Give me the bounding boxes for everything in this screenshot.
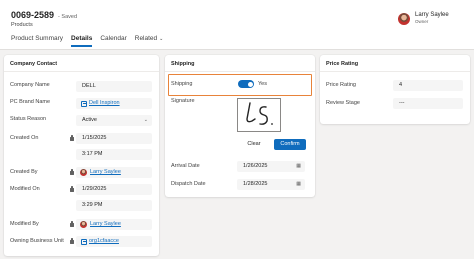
shipping-toggle[interactable]	[238, 80, 254, 88]
confirm-button[interactable]: Confirm	[274, 139, 306, 150]
tab-bar: Product Summary Details Calendar Related…	[11, 35, 163, 47]
divider	[320, 71, 470, 72]
tab-details[interactable]: Details	[71, 35, 93, 47]
review-stage-label: Review Stage	[326, 100, 360, 106]
shipping-label: Shipping	[171, 81, 193, 87]
pc-brand-name-link[interactable]: Dell Inspiron	[89, 98, 120, 109]
owner-info[interactable]: Larry Saylee Owner	[398, 12, 449, 25]
owner-name: Larry Saylee	[415, 12, 449, 18]
record-link-icon	[81, 100, 87, 107]
arrival-date-value: 1/26/2025	[243, 163, 268, 169]
company-name-label: Company Name	[10, 82, 50, 88]
owning-business-unit-label: Owning Business Unit	[10, 238, 64, 244]
user-avatar	[80, 221, 87, 228]
modified-by-label: Modified By	[10, 221, 39, 227]
card-title: Price Rating	[326, 61, 359, 67]
modified-on-date-field: 1/29/2025	[76, 184, 152, 195]
dispatch-date-label: Dispatch Date	[171, 181, 206, 187]
owning-business-unit-field: org1cfaacce	[76, 236, 152, 247]
chevron-down-icon: ⌄	[143, 117, 148, 123]
chevron-down-icon: ⌄	[159, 36, 164, 42]
modified-on-time-field: 3:29 PM	[76, 200, 152, 211]
price-rating-field[interactable]: 4	[393, 80, 463, 91]
pc-brand-name-field[interactable]: Dell Inspiron	[76, 98, 152, 109]
title-row: 0069-2589 - Saved	[11, 10, 77, 20]
lock-icon	[70, 237, 74, 244]
card-title: Shipping	[171, 61, 195, 67]
modified-by-field: Larry Saylee	[76, 219, 152, 230]
divider	[4, 71, 159, 72]
lock-icon	[70, 185, 74, 192]
calendar-icon[interactable]: ▦	[296, 161, 301, 172]
signature-label: Signature	[171, 98, 195, 104]
created-by-label: Created By	[10, 169, 38, 175]
tab-related[interactable]: Related ⌄	[135, 35, 164, 47]
created-by-link[interactable]: Larry Saylee	[90, 167, 121, 178]
owner-text: Larry Saylee Owner	[415, 12, 449, 25]
status-reason-select[interactable]: Active ⌄	[76, 115, 152, 126]
owner-role: Owner	[415, 19, 429, 24]
signature-stroke	[246, 102, 273, 125]
card-title: Company Contact	[10, 61, 58, 67]
tab-product-summary[interactable]: Product Summary	[11, 35, 63, 47]
modified-on-label: Modified On	[10, 186, 40, 192]
modified-by-link[interactable]: Larry Saylee	[90, 219, 121, 230]
owning-business-unit-link[interactable]: org1cfaacce	[89, 236, 119, 247]
company-name-field[interactable]: DELL	[76, 81, 152, 92]
status-reason-label: Status Reason	[10, 116, 47, 122]
dispatch-date-field[interactable]: 1/28/2025 ▦	[237, 179, 305, 190]
signature-pad[interactable]	[237, 98, 281, 132]
owner-avatar	[398, 12, 410, 25]
record-title: 0069-2589	[11, 10, 55, 20]
tab-related-label: Related	[134, 35, 158, 42]
calendar-icon[interactable]: ▦	[296, 179, 301, 190]
lock-icon	[70, 134, 74, 141]
lock-icon	[70, 168, 74, 175]
price-rating-label: Price Rating	[326, 82, 356, 88]
pc-brand-name-label: PC Brand Name	[10, 99, 51, 105]
shipping-toggle-state: Yes	[258, 81, 267, 87]
created-on-time-field: 3:17 PM	[76, 149, 152, 160]
created-by-field: Larry Saylee	[76, 167, 152, 178]
review-stage-field[interactable]: ---	[393, 98, 463, 109]
arrival-date-field[interactable]: 1/26/2025 ▦	[237, 161, 305, 172]
dispatch-date-value: 1/28/2025	[243, 181, 268, 187]
created-on-label: Created On	[10, 135, 39, 141]
save-status: - Saved	[58, 14, 78, 20]
user-avatar	[80, 169, 87, 176]
status-reason-value: Active	[82, 117, 97, 123]
entity-name: Products	[11, 22, 33, 28]
clear-button[interactable]: Clear	[237, 139, 271, 150]
record-link-icon	[81, 238, 87, 245]
divider	[165, 71, 315, 72]
arrival-date-label: Arrival Date	[171, 163, 200, 169]
record-header: 0069-2589 - Saved Products Product Summa…	[0, 0, 474, 50]
created-on-date-field: 1/15/2025	[76, 133, 152, 144]
lock-icon	[70, 220, 74, 227]
tab-calendar[interactable]: Calendar	[100, 35, 126, 47]
